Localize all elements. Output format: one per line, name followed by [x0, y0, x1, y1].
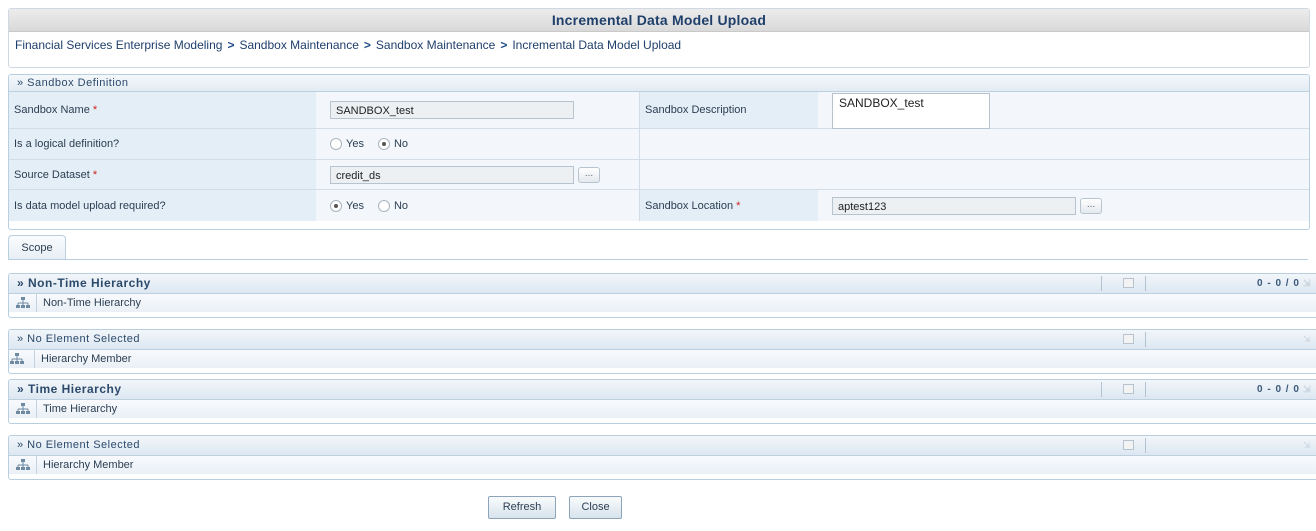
breadcrumb-separator: > — [363, 38, 371, 52]
required-marker: * — [92, 168, 98, 181]
hierarchy-member-label: Hierarchy Member — [43, 459, 134, 471]
sandbox-location-browse-button[interactable]: ... — [1080, 197, 1102, 214]
next-page-icon[interactable]: ⇲ — [1303, 334, 1311, 344]
logical-definition-label: Is a logical definition? — [14, 138, 120, 150]
hierarchy-member-label: Hierarchy Member — [41, 353, 132, 365]
refresh-button[interactable]: Refresh — [488, 496, 556, 519]
panel-title: » Non-Time Hierarchy — [17, 276, 151, 290]
hierarchy-row-label: Time Hierarchy — [43, 403, 118, 415]
sandbox-description-label: Sandbox Description — [645, 104, 747, 116]
hierarchy-member-panel-2: » No Element Selected ⇲ Hierarchy Member — [8, 435, 1316, 480]
breadcrumb-separator: > — [227, 38, 235, 52]
source-dataset-row: Source Dataset * credit_ds ... — [9, 160, 1309, 190]
hierarchy-row[interactable]: Time Hierarchy — [9, 400, 1316, 418]
edit-icon[interactable] — [1123, 334, 1134, 344]
edit-icon[interactable] — [1123, 384, 1134, 394]
hierarchy-icon — [16, 459, 30, 470]
close-button[interactable]: Close — [569, 496, 622, 519]
source-dataset-browse-button[interactable]: ... — [578, 166, 600, 183]
panel-title: » No Element Selected — [17, 333, 141, 345]
panel-title: » Time Hierarchy — [17, 382, 122, 396]
required-marker: * — [736, 199, 741, 212]
section-header[interactable]: » Sandbox Definition — [9, 75, 1309, 92]
upload-yes-radio[interactable]: Yes — [330, 199, 364, 212]
radio-circle-selected — [330, 199, 342, 212]
title-box: Incremental Data Model Upload Financial … — [8, 8, 1310, 68]
breadcrumb-item-4: Incremental Data Model Upload — [512, 38, 682, 52]
sandbox-name-input[interactable]: SANDBOX_test — [330, 101, 574, 119]
upload-no-radio[interactable]: No — [377, 199, 408, 212]
sandbox-location-label: Sandbox Location — [645, 199, 734, 212]
panel-header[interactable]: » Time Hierarchy 0 - 0 / 0 ⇲ — [9, 380, 1316, 400]
source-dataset-label: Source Dataset — [14, 168, 90, 181]
breadcrumb-separator: > — [500, 38, 508, 52]
non-time-hierarchy-panel: » Non-Time Hierarchy 0 - 0 / 0 ⇲ Non-Tim… — [8, 273, 1316, 318]
hierarchy-member-row[interactable]: Hierarchy Member — [9, 456, 1316, 474]
edit-icon[interactable] — [1123, 278, 1134, 288]
logical-no-radio[interactable]: No — [377, 138, 408, 150]
tab-scope[interactable]: Scope — [8, 235, 66, 259]
panel-title: » No Element Selected — [17, 439, 141, 451]
panel-header[interactable]: » No Element Selected ⇲ — [9, 436, 1316, 456]
required-marker: * — [92, 104, 98, 116]
hierarchy-row-label: Non-Time Hierarchy — [43, 297, 142, 309]
logical-definition-row: Is a logical definition? Yes No — [9, 129, 1309, 160]
time-hierarchy-panel: » Time Hierarchy 0 - 0 / 0 ⇲ Time Hierar… — [8, 379, 1316, 424]
data-model-upload-label: Is data model upload required? — [14, 199, 166, 212]
breadcrumb-item-2[interactable]: Sandbox Maintenance — [239, 38, 358, 52]
edit-icon[interactable] — [1123, 440, 1134, 450]
sandbox-name-row: Sandbox Name * SANDBOX_test Sandbox Descr… — [9, 92, 1309, 129]
pager-text: 0 - 0 / 0 — [1257, 278, 1300, 289]
data-model-upload-row: Is data model upload required? Yes No Sa… — [9, 190, 1309, 221]
hierarchy-member-panel-1: » No Element Selected ⇲ Hierarchy Member — [8, 329, 1316, 374]
logical-yes-radio[interactable]: Yes — [330, 138, 364, 150]
tab-strip: Scope — [8, 235, 1308, 260]
radio-circle-selected — [377, 138, 390, 150]
hierarchy-icon — [10, 353, 24, 364]
panel-header[interactable]: » Non-Time Hierarchy 0 - 0 / 0 ⇲ — [9, 274, 1316, 294]
sandbox-name-label: Sandbox Name — [14, 104, 90, 116]
next-page-icon[interactable]: ⇲ — [1303, 440, 1311, 450]
breadcrumb-item-3[interactable]: Sandbox Maintenance — [376, 38, 495, 52]
page-title: Incremental Data Model Upload — [9, 9, 1309, 32]
hierarchy-icon — [16, 297, 30, 308]
sandbox-definition-section: » Sandbox Definition Sandbox Name * SANDB… — [8, 74, 1310, 230]
panel-header[interactable]: » No Element Selected ⇲ — [9, 330, 1316, 350]
hierarchy-row[interactable]: Non-Time Hierarchy — [9, 294, 1316, 312]
breadcrumb: Financial Services Enterprise Modeling > S… — [9, 32, 1309, 58]
sandbox-description-textarea[interactable]: SANDBOX_test — [832, 93, 990, 129]
radio-circle — [330, 138, 342, 150]
pager-text: 0 - 0 / 0 — [1257, 384, 1300, 395]
breadcrumb-item-1[interactable]: Financial Services Enterprise Modeling — [15, 38, 222, 52]
sandbox-location-input[interactable]: aptest123 — [832, 196, 1076, 215]
hierarchy-member-row[interactable]: Hierarchy Member — [9, 350, 1316, 368]
next-page-icon[interactable]: ⇲ — [1303, 278, 1311, 288]
source-dataset-input[interactable]: credit_ds — [330, 165, 574, 184]
next-page-icon[interactable]: ⇲ — [1303, 384, 1311, 394]
radio-circle — [377, 199, 390, 212]
hierarchy-icon — [16, 403, 30, 414]
